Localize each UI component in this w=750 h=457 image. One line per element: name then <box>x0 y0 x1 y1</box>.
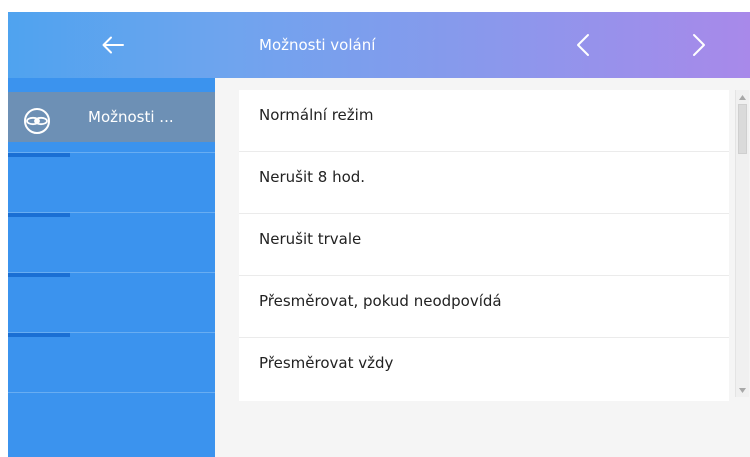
sidebar-item[interactable] <box>8 332 215 393</box>
sidebar-item[interactable] <box>8 272 215 333</box>
content-area: Normální režim Nerušit 8 hod. Nerušit tr… <box>215 78 750 457</box>
scroll-thumb[interactable] <box>738 104 747 154</box>
app-window: Možnosti volání Možnosti ... Normální re… <box>0 0 750 457</box>
sidebar-item <box>8 392 215 453</box>
header-bar: Možnosti volání <box>8 12 750 78</box>
chevron-right-icon <box>693 34 705 56</box>
scrollbar[interactable] <box>735 90 749 397</box>
previous-button[interactable] <box>553 12 613 78</box>
sidebar-item-call-options[interactable]: Možnosti ... <box>8 92 215 142</box>
caret-up-icon <box>739 94 746 100</box>
call-options-list: Normální režim Nerušit 8 hod. Nerušit tr… <box>239 90 729 401</box>
caret-down-icon <box>739 387 746 393</box>
row-divider-accent <box>8 273 70 277</box>
list-item-dnd-8h[interactable]: Nerušit 8 hod. <box>239 152 729 214</box>
list-item-forward-no-answer[interactable]: Přesměrovat, pokud neodpovídá <box>239 276 729 338</box>
scroll-up-arrow[interactable] <box>736 91 749 103</box>
sidebar-item[interactable] <box>8 152 215 213</box>
list-item-dnd-permanent[interactable]: Nerušit trvale <box>239 214 729 276</box>
sidebar-item[interactable] <box>8 212 215 273</box>
page-title: Možnosti volání <box>259 36 376 54</box>
sidebar-item-label: Možnosti ... <box>88 108 174 126</box>
row-divider-accent <box>8 213 70 217</box>
list-item-forward-always[interactable]: Přesměrovat vždy <box>239 338 729 400</box>
sidebar: Možnosti ... <box>8 78 215 457</box>
chevron-left-icon <box>577 34 589 56</box>
back-button[interactable] <box>68 12 158 78</box>
call-options-icon <box>24 108 50 134</box>
row-divider-accent <box>8 333 70 337</box>
arrow-left-icon <box>102 36 124 54</box>
scroll-down-arrow[interactable] <box>736 384 749 396</box>
list-item-normal-mode[interactable]: Normální režim <box>239 90 729 152</box>
row-divider-accent <box>8 153 70 157</box>
next-button[interactable] <box>669 12 729 78</box>
